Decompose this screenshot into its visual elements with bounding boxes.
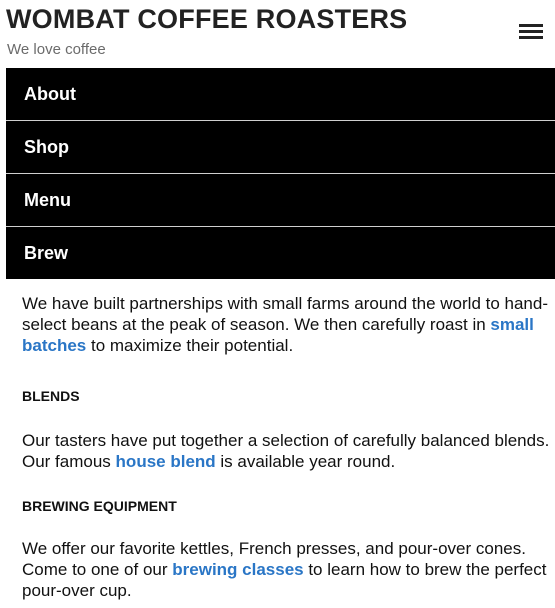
blends-heading: BLENDS [22, 388, 80, 404]
equipment-paragraph: We offer our favorite kettles, French pr… [22, 538, 552, 601]
intro-paragraph: We have built partnerships with small fa… [22, 293, 552, 356]
site-tagline: We love coffee [7, 41, 106, 58]
main-nav: About Shop Menu Brew [6, 68, 555, 279]
nav-item-brew[interactable]: Brew [6, 227, 555, 279]
hamburger-bar-bottom [519, 36, 543, 39]
brewing-equipment-heading: BREWING EQUIPMENT [22, 498, 177, 514]
site-header: WOMBAT COFFEE ROASTERS We love coffee [0, 0, 555, 68]
blends-paragraph: Our tasters have put together a selectio… [22, 430, 552, 472]
intro-text-before: We have built partnerships with small fa… [22, 294, 548, 334]
house-blend-link[interactable]: house blend [116, 452, 216, 471]
hamburger-menu-icon[interactable] [519, 24, 543, 40]
intro-text-after: to maximize their potential. [86, 336, 294, 355]
blends-text-after: is available year round. [215, 452, 396, 471]
site-title: WOMBAT COFFEE ROASTERS [6, 4, 408, 34]
hamburger-bar-top [519, 24, 543, 27]
brewing-classes-link[interactable]: brewing classes [172, 560, 303, 579]
main-content: We have built partnerships with small fa… [22, 293, 552, 600]
nav-item-menu[interactable]: Menu [6, 174, 555, 227]
nav-item-about[interactable]: About [6, 68, 555, 121]
hamburger-bar-middle [519, 30, 543, 33]
nav-item-shop[interactable]: Shop [6, 121, 555, 174]
